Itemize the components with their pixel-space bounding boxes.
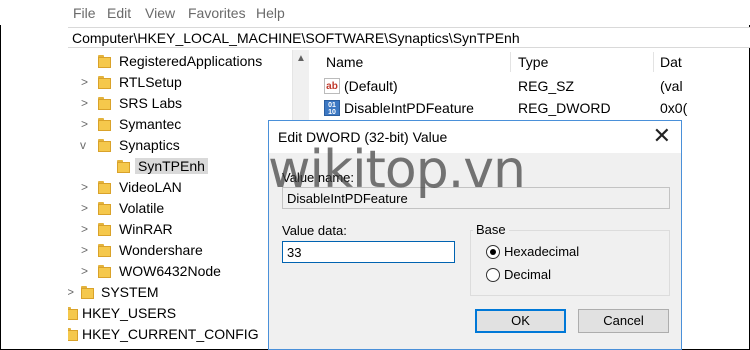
hexadecimal-radio[interactable]: [486, 245, 500, 259]
value-row-disableintpdfeature[interactable]: 01 10 DisableIntPDFeature REG_DWORD 0x0(: [320, 98, 750, 119]
column-header-data[interactable]: Dat: [660, 54, 682, 70]
decimal-radio[interactable]: [486, 268, 500, 282]
tree-item-syntpenh[interactable]: SynTPEnh: [68, 157, 293, 177]
tree-item-label: RegisteredApplications: [119, 53, 263, 69]
value-name-label: Value name:: [282, 170, 355, 185]
tree-item-synaptics[interactable]: v Synaptics: [68, 136, 293, 156]
tree-item-volatile[interactable]: > Volatile: [68, 199, 293, 219]
tree-item-registeredapplications[interactable]: RegisteredApplications: [68, 52, 293, 72]
tree-item-symantec[interactable]: > Symantec: [68, 115, 293, 135]
menu-file[interactable]: File: [73, 5, 96, 21]
address-path: Computer\HKEY_LOCAL_MACHINE\SOFTWARE\Syn…: [72, 30, 520, 46]
tree-item-label: RTLSetup: [119, 74, 182, 90]
base-groupbox: [470, 230, 670, 296]
ok-button[interactable]: OK: [475, 309, 566, 333]
tree-item-hkey-users[interactable]: HKEY_USERS: [68, 304, 290, 324]
folder-icon: [98, 181, 111, 194]
tree-item-rtlsetup[interactable]: > RTLSetup: [68, 73, 293, 93]
folder-icon: [68, 328, 78, 341]
chevron-right-icon[interactable]: >: [81, 76, 91, 88]
folder-icon: [98, 55, 111, 68]
menu-help[interactable]: Help: [256, 5, 285, 21]
cancel-button[interactable]: Cancel: [578, 309, 669, 333]
value-data-label: Value data:: [282, 223, 347, 238]
tree-item-label: WOW6432Node: [119, 263, 221, 279]
tree-item-srs-labs[interactable]: > SRS Labs: [68, 94, 293, 114]
column-header-name[interactable]: Name: [326, 54, 363, 70]
tree-item-wow6432node[interactable]: > WOW6432Node: [68, 262, 293, 282]
chevron-right-icon[interactable]: >: [81, 118, 91, 130]
tree-item-label: Synaptics: [119, 137, 180, 153]
folder-icon: [98, 97, 111, 110]
string-value-icon: ab: [324, 78, 340, 94]
tree-item-label: Symantec: [119, 116, 182, 132]
value-data: (val: [660, 78, 683, 94]
values-list: Name Type Dat ab (Default) REG_SZ (val 0…: [320, 50, 750, 130]
column-header-type[interactable]: Type: [518, 54, 548, 70]
chevron-right-icon[interactable]: >: [68, 286, 77, 298]
folder-icon: [98, 223, 111, 236]
chevron-right-icon[interactable]: >: [81, 97, 91, 109]
value-name-text: DisableIntPDFeature: [287, 191, 408, 206]
tree-item-label: WinRAR: [119, 221, 173, 237]
column-separator[interactable]: [653, 52, 654, 72]
hexadecimal-radio-label[interactable]: Hexadecimal: [504, 244, 579, 259]
value-row-default[interactable]: ab (Default) REG_SZ (val: [320, 76, 750, 97]
tree-item-label: Wondershare: [119, 242, 203, 258]
tree-item-hkey-current-config[interactable]: HKEY_CURRENT_CONFIG: [68, 325, 290, 345]
tree-item-label: HKEY_USERS: [82, 305, 177, 321]
value-data-text: 33: [287, 245, 302, 260]
value-name-field[interactable]: DisableIntPDFeature: [282, 187, 670, 209]
tree-item-system[interactable]: > SYSTEM: [68, 283, 290, 303]
folder-icon: [98, 118, 111, 131]
column-separator[interactable]: [510, 52, 511, 72]
folder-icon: [81, 286, 94, 299]
tree-item-label: SynTPEnh: [135, 158, 208, 174]
tree-item-winrar[interactable]: > WinRAR: [68, 220, 293, 240]
menu-edit[interactable]: Edit: [107, 5, 131, 21]
address-bar[interactable]: Computer\HKEY_LOCAL_MACHINE\SOFTWARE\Syn…: [68, 27, 750, 48]
folder-icon: [98, 76, 111, 89]
chevron-right-icon[interactable]: >: [81, 223, 91, 235]
dword-value-icon: 01 10: [324, 100, 340, 116]
folder-icon: [117, 160, 130, 173]
tree-item-label: HKEY_CURRENT_CONFIG: [82, 326, 259, 342]
tree-item-wondershare[interactable]: > Wondershare: [68, 241, 293, 261]
chevron-right-icon[interactable]: >: [81, 202, 91, 214]
folder-icon: [98, 139, 111, 152]
tree-item-videolan[interactable]: > VideoLAN: [68, 178, 293, 198]
close-icon[interactable]: ✕: [653, 125, 671, 147]
tree-item-label: Volatile: [119, 200, 165, 216]
value-type: REG_DWORD: [518, 100, 611, 116]
tree-item-label: VideoLAN: [119, 179, 182, 195]
scroll-up-icon[interactable]: ▲: [296, 53, 306, 64]
value-data: 0x0(: [660, 100, 688, 116]
value-name: (Default): [344, 78, 398, 94]
tree-item-label: SRS Labs: [119, 95, 183, 111]
edit-dword-dialog: Edit DWORD (32-bit) Value ✕ Value name: …: [268, 120, 682, 350]
value-name: DisableIntPDFeature: [344, 100, 474, 116]
folder-icon: [98, 202, 111, 215]
chevron-right-icon[interactable]: >: [81, 265, 91, 277]
menu-favorites[interactable]: Favorites: [188, 5, 246, 21]
dialog-title: Edit DWORD (32-bit) Value: [278, 129, 448, 145]
menu-view[interactable]: View: [145, 5, 175, 21]
folder-icon: [98, 244, 111, 257]
chevron-right-icon[interactable]: >: [81, 181, 91, 193]
tree-item-label: SYSTEM: [101, 284, 159, 300]
folder-icon: [68, 307, 78, 320]
menu-bar: File Edit View Favorites Help: [0, 0, 750, 25]
value-data-input[interactable]: 33: [282, 241, 455, 263]
value-type: REG_SZ: [518, 78, 575, 94]
base-group-title: Base: [473, 222, 509, 237]
dialog-titlebar[interactable]: Edit DWORD (32-bit) Value ✕: [269, 121, 681, 153]
decimal-radio-label[interactable]: Decimal: [504, 267, 551, 282]
chevron-right-icon[interactable]: >: [81, 244, 91, 256]
chevron-down-icon[interactable]: v: [80, 139, 90, 151]
folder-icon: [98, 265, 111, 278]
